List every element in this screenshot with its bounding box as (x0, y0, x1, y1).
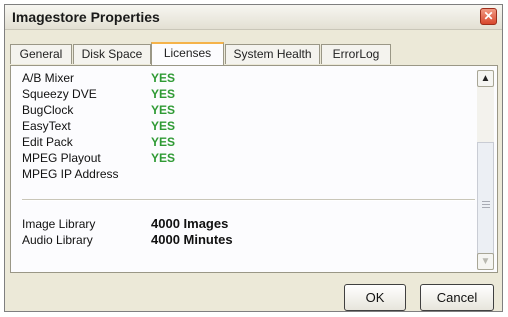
ok-button[interactable]: OK (344, 284, 406, 311)
properties-dialog: Imagestore Properties ✕ General Disk Spa… (4, 4, 503, 312)
grip-icon (482, 207, 490, 208)
license-name: BugClock (22, 103, 74, 117)
cancel-button[interactable]: Cancel (420, 284, 494, 311)
license-name: Squeezy DVE (22, 87, 97, 101)
library-name: Image Library (22, 217, 96, 231)
vertical-scrollbar[interactable]: ▲ ▼ (477, 70, 494, 270)
grip-icon (482, 204, 490, 205)
dialog-title: Imagestore Properties (12, 9, 160, 25)
license-name: A/B Mixer (22, 71, 75, 85)
license-status: YES (151, 71, 176, 85)
library-capacity: 4000 Minutes (151, 232, 233, 247)
licenses-panel: A/B Mixer YES Squeezy DVE YES BugClock Y… (10, 65, 498, 273)
license-status: YES (151, 151, 176, 165)
license-name: MPEG Playout (22, 151, 101, 165)
license-status: YES (151, 135, 176, 149)
license-name: EasyText (22, 119, 71, 133)
section-divider (22, 199, 475, 201)
scroll-down-icon[interactable]: ▼ (477, 253, 494, 270)
license-status: YES (151, 87, 176, 101)
scroll-up-icon[interactable]: ▲ (477, 70, 494, 87)
license-status: YES (151, 103, 176, 117)
library-name: Audio Library (22, 233, 93, 247)
license-name: MPEG IP Address (22, 167, 119, 181)
tab-errorlog[interactable]: ErrorLog (321, 44, 391, 64)
scrollbar-thumb[interactable] (477, 142, 494, 264)
license-status: YES (151, 119, 176, 133)
tab-disk-space[interactable]: Disk Space (73, 44, 151, 64)
tab-general[interactable]: General (10, 44, 72, 64)
license-name: Edit Pack (22, 135, 73, 149)
close-icon[interactable]: ✕ (480, 8, 497, 25)
library-capacity: 4000 Images (151, 216, 229, 231)
tab-system-health[interactable]: System Health (225, 44, 320, 64)
grip-icon (482, 201, 490, 202)
tab-licenses[interactable]: Licenses (151, 42, 224, 65)
title-bar[interactable]: Imagestore Properties ✕ (5, 5, 502, 30)
